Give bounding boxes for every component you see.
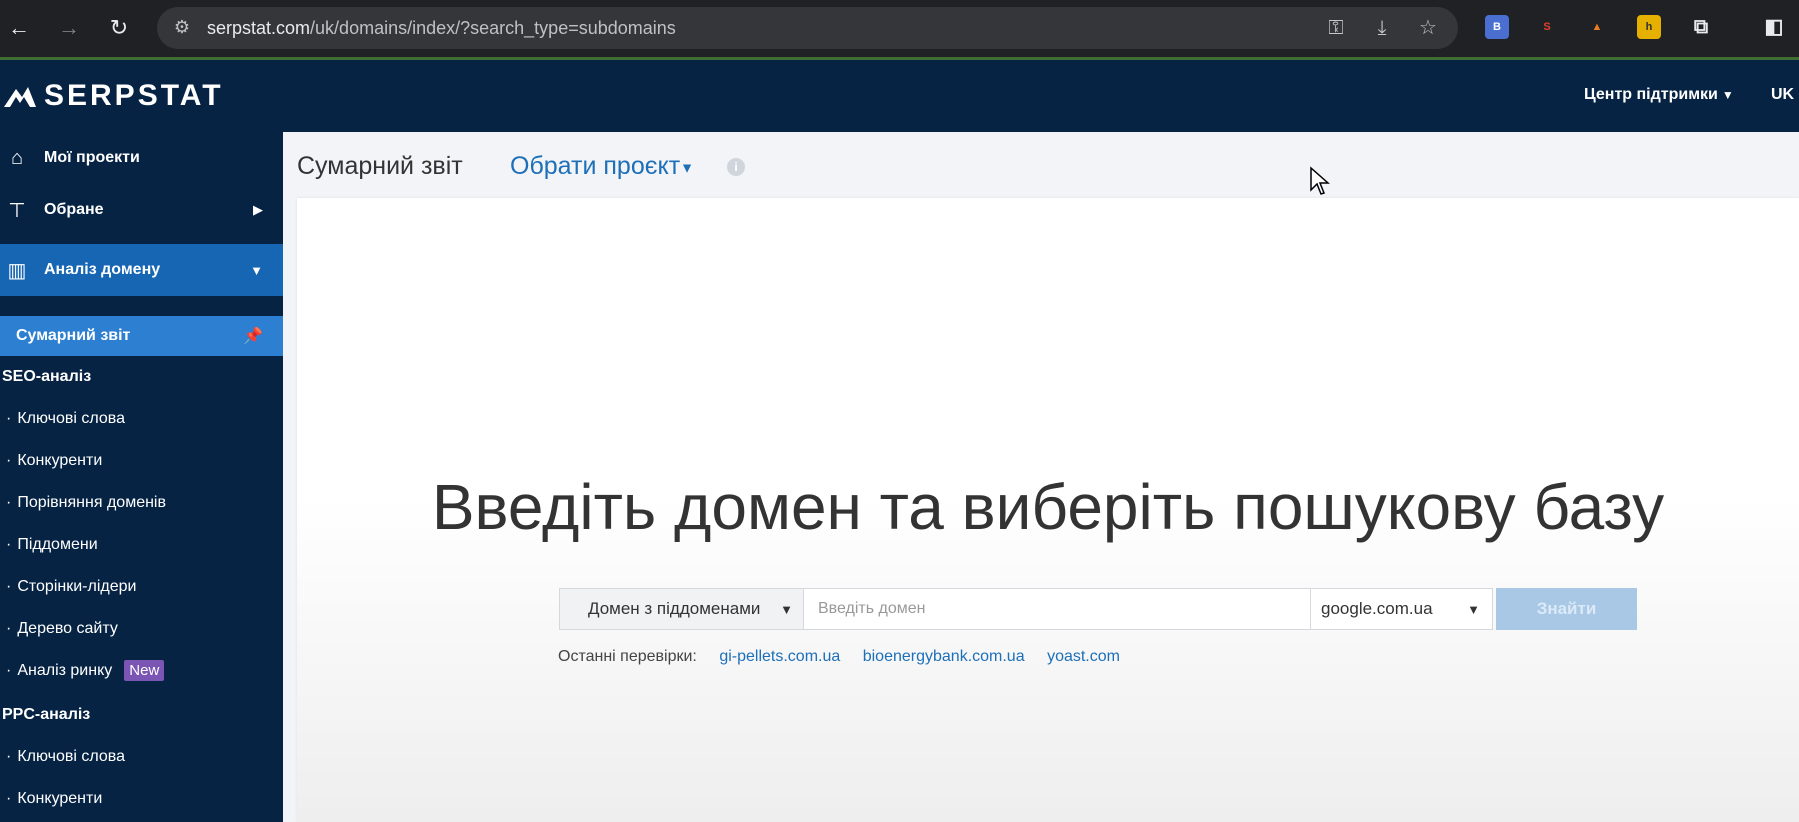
sidebar-item-summary-report[interactable]: Сумарний звіт 📌 (0, 316, 283, 356)
support-label: Центр підтримки (1584, 86, 1718, 103)
pin-icon[interactable]: 📌 (243, 326, 263, 346)
app-header: SERPSTAT Центр підтримки ▼ UK (0, 60, 1799, 132)
search-type-label: Домен з піддоменами (588, 599, 761, 618)
search-headline: Введіть домен та виберіть пошукову базу (431, 471, 1665, 543)
sidebar-item-seo-keywords[interactable]: · Ключові слова (6, 410, 125, 428)
url-host: serpstat.com (207, 18, 311, 38)
sidebar-item-label: Аналіз домену (44, 261, 161, 278)
chevron-down-icon: ▼ (1467, 601, 1480, 617)
sidebar-item-site-tree[interactable]: · Дерево сайту (6, 620, 118, 638)
forward-icon[interactable]: → (54, 13, 84, 43)
home-icon: ⌂ (10, 146, 24, 169)
chevron-down-icon: ▼ (680, 159, 695, 176)
chart-icon: ▥ (7, 259, 27, 282)
url-text[interactable]: serpstat.com/uk/domains/index/?search_ty… (207, 18, 676, 39)
site-info-icon[interactable]: ⚙ (171, 16, 193, 38)
sidebar-item-label: Мої проекти (44, 149, 140, 166)
sidebar-item-top-pages[interactable]: · Сторінки-лідери (6, 578, 136, 596)
reload-icon[interactable]: ↻ (104, 13, 134, 43)
language-select[interactable]: UK (1771, 86, 1794, 104)
key-icon[interactable]: ⚿ (1324, 16, 1348, 40)
pin-icon: ⊤ (8, 199, 26, 222)
address-bar[interactable]: ⚙ serpstat.com/uk/domains/index/?search_… (157, 7, 1458, 49)
chevron-down-icon: ▼ (780, 601, 793, 617)
chevron-down-icon: ▼ (250, 262, 263, 278)
sidebar-item-label: Сумарний звіт (16, 327, 131, 344)
section-ppc: PPC-аналіз (2, 706, 91, 723)
recent-checks: Останні перевірки: gi-pellets.com.ua bio… (558, 648, 1120, 666)
database-label: google.com.ua (1321, 599, 1433, 618)
ext-folder-icon[interactable]: h (1637, 15, 1661, 39)
support-center-menu[interactable]: Центр підтримки ▼ (1584, 86, 1734, 104)
search-form: Домен з піддоменами ▼ google.com.ua ▼ Зн… (559, 588, 1637, 630)
sidebar-item-seo-competitors[interactable]: · Конкуренти (6, 452, 102, 470)
extensions-icon[interactable]: ⧉ (1689, 15, 1713, 39)
serpstat-logo[interactable]: SERPSTAT (2, 79, 224, 112)
sidebar-item-my-projects[interactable]: ⌂ Мої проекти (0, 132, 283, 184)
section-seo: SEO-аналіз (2, 368, 92, 385)
main-content: Сумарний звіт Обрати проєкт▼ i Введіть д… (283, 132, 1799, 822)
recent-link[interactable]: bioenergybank.com.ua (863, 648, 1025, 665)
sidebar-item-domain-comparison[interactable]: · Порівняння доменів (6, 494, 166, 512)
chevron-down-icon: ▼ (1721, 88, 1734, 102)
star-icon[interactable]: ☆ (1416, 16, 1440, 40)
info-icon[interactable]: i (727, 158, 745, 176)
sidebar-item-favorites[interactable]: ⊤ Обране ▶ (0, 184, 283, 236)
side-panel-icon[interactable]: ◧ (1762, 15, 1786, 39)
logo-mark-icon (4, 87, 36, 107)
search-card: Введіть домен та виберіть пошукову базу … (297, 198, 1799, 822)
find-button[interactable]: Знайти (1496, 588, 1637, 630)
page-title: Сумарний звіт (297, 152, 463, 180)
lang-label: UK (1771, 86, 1795, 103)
search-database-select[interactable]: google.com.ua ▼ (1311, 588, 1493, 630)
recent-link[interactable]: yoast.com (1047, 648, 1120, 665)
sidebar: ⌂ Мої проекти ⊤ Обране ▶ ▥ Аналіз домену… (0, 132, 283, 822)
ext-fox-icon[interactable]: ▲ (1585, 15, 1609, 39)
recent-link[interactable]: gi-pellets.com.ua (719, 648, 840, 665)
sidebar-item-domain-analysis[interactable]: ▥ Аналіз домену ▼ (0, 244, 283, 296)
browser-toolbar: ← → ↻ ⚙ serpstat.com/uk/domains/index/?s… (0, 0, 1799, 60)
sidebar-item-ppc-keywords[interactable]: · Ключові слова (6, 748, 125, 766)
project-select[interactable]: Обрати проєкт▼ (510, 152, 694, 181)
sidebar-item-label: Обране (44, 201, 104, 218)
project-select-label: Обрати проєкт (510, 152, 681, 180)
sidebar-item-subdomains[interactable]: · Піддомени (6, 536, 98, 554)
ext-b-icon[interactable]: B (1485, 15, 1509, 39)
new-badge: New (124, 660, 165, 681)
mouse-cursor-icon (1310, 166, 1330, 195)
recent-checks-label: Останні перевірки: (558, 648, 697, 665)
domain-input[interactable] (804, 588, 1311, 630)
back-icon[interactable]: ← (4, 13, 34, 43)
ext-seo-icon[interactable]: S (1535, 15, 1559, 39)
logo-text: SERPSTAT (44, 79, 224, 112)
search-type-select[interactable]: Домен з піддоменами ▼ (559, 588, 804, 630)
install-icon[interactable]: ⤓ (1370, 16, 1394, 40)
url-path: /uk/domains/index/?search_type=subdomain… (310, 18, 676, 38)
chevron-right-icon: ▶ (253, 202, 263, 217)
sidebar-item-market-analysis[interactable]: · Аналіз ринку New (6, 660, 165, 681)
sidebar-item-ppc-competitors[interactable]: · Конкуренти (6, 790, 102, 808)
